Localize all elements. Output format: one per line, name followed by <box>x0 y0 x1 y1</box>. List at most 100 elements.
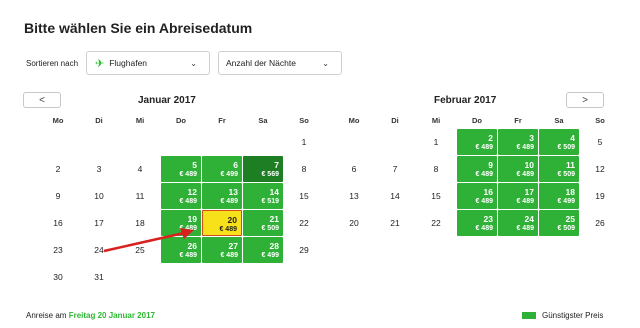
day-number: 27 <box>228 241 238 251</box>
calendar-day-available[interactable]: 27 € 489 <box>202 237 242 263</box>
day-price: € 489 <box>179 198 197 205</box>
day-price: € 489 <box>516 144 534 151</box>
calendar-day: 12 <box>595 164 605 174</box>
chevron-down-icon: ⌄ <box>322 58 329 68</box>
calendar-day-available[interactable]: 18 € 499 <box>539 183 579 209</box>
arrival-date: Freitag 20 Januar 2017 <box>68 311 155 320</box>
day-price: € 489 <box>516 225 534 232</box>
weekday-header: Do <box>176 116 186 125</box>
sort-label: Sortieren nach <box>26 59 79 68</box>
calendar-day-available[interactable]: 5 € 489 <box>161 156 201 182</box>
calendar-day-available[interactable]: 25 € 509 <box>539 210 579 236</box>
day-price: € 489 <box>475 171 493 178</box>
month-title-january: Januar 2017 <box>138 95 196 106</box>
day-price: € 489 <box>475 144 493 151</box>
calendar-day: 16 <box>53 218 63 228</box>
calendar-day-available[interactable]: 3 € 489 <box>498 129 538 155</box>
calendar-day: 1 <box>301 137 307 147</box>
day-number: 23 <box>483 214 493 224</box>
day-number: 17 <box>524 187 534 197</box>
day-price: € 489 <box>516 171 534 178</box>
calendar-day: 19 <box>595 191 605 201</box>
calendar-day: 22 <box>431 218 441 228</box>
day-number: 2 <box>488 133 493 143</box>
day-price: € 489 <box>220 252 238 259</box>
calendar-day-available[interactable]: 17 € 489 <box>498 183 538 209</box>
day-price: € 489 <box>475 198 493 205</box>
prev-month-button[interactable]: < <box>23 92 61 108</box>
day-number: 3 <box>529 133 534 143</box>
calendar-day: 31 <box>94 272 104 282</box>
calendar-day: 15 <box>299 191 309 201</box>
next-month-button[interactable]: > <box>566 92 604 108</box>
calendar-day: 22 <box>299 218 309 228</box>
day-number: 11 <box>566 160 575 170</box>
calendar-day: 8 <box>433 164 439 174</box>
weekday-header: Sa <box>554 116 564 125</box>
weekday-header: Fr <box>218 116 226 125</box>
calendar-day-available[interactable]: 11 € 509 <box>539 156 579 182</box>
calendar-day: 5 <box>597 137 603 147</box>
weekday-header: So <box>299 116 309 125</box>
weekday-header: Mo <box>52 116 64 125</box>
calendar-day-selected[interactable]: 20 € 489 <box>202 210 242 236</box>
day-price: € 489 <box>475 225 493 232</box>
weekday-header: Mi <box>135 116 145 125</box>
calendar-day: 21 <box>390 218 400 228</box>
calendar-day-available[interactable]: 2 € 489 <box>457 129 497 155</box>
calendar-day-available[interactable]: 6 € 499 <box>202 156 242 182</box>
calendar-day: 9 <box>55 191 61 201</box>
weekday-header: Di <box>95 116 103 125</box>
calendar-day: 2 <box>55 164 61 174</box>
day-number: 4 <box>570 133 575 143</box>
day-price: € 519 <box>261 198 279 205</box>
day-price: € 499 <box>557 198 575 205</box>
calendar-day: 26 <box>595 218 605 228</box>
calendar-day-available[interactable]: 10 € 489 <box>498 156 538 182</box>
nights-dropdown-label: Anzahl der Nächte <box>226 58 296 68</box>
calendar-day: 7 <box>392 164 398 174</box>
calendar-day-available[interactable]: 9 € 489 <box>457 156 497 182</box>
weekday-header: Mi <box>431 116 441 125</box>
calendar-day: 6 <box>351 164 357 174</box>
weekday-header: Di <box>391 116 399 125</box>
calendar-day: 10 <box>94 191 104 201</box>
calendar-day-available[interactable]: 4 € 509 <box>539 129 579 155</box>
calendar-day-available[interactable]: 23 € 489 <box>457 210 497 236</box>
airport-dropdown-label: Flughafen <box>109 58 148 68</box>
legend-label: Günstigster Preis <box>542 311 604 320</box>
calendar-day-available[interactable]: 14 € 519 <box>243 183 283 209</box>
calendar-day-available[interactable]: 12 € 489 <box>161 183 201 209</box>
calendar-day-available[interactable]: 7 € 569 <box>243 156 283 182</box>
weekday-header: Mo <box>348 116 360 125</box>
day-price: € 509 <box>557 225 575 232</box>
airport-dropdown[interactable]: ✈ Flughafen ⌄ <box>86 51 210 75</box>
calendar-day-available[interactable]: 24 € 489 <box>498 210 538 236</box>
calendar-day-available[interactable]: 28 € 499 <box>243 237 283 263</box>
calendar-day: 1 <box>433 137 439 147</box>
calendar-day: 23 <box>53 245 63 255</box>
day-number: 13 <box>228 187 238 197</box>
calendar-day: 14 <box>390 191 400 201</box>
day-price: € 499 <box>220 171 238 178</box>
calendar-day-available[interactable]: 16 € 489 <box>457 183 497 209</box>
day-number: 9 <box>488 160 493 170</box>
calendar-day: 13 <box>349 191 359 201</box>
day-number: 25 <box>565 214 575 224</box>
day-number: 21 <box>269 214 279 224</box>
calendar-day-available[interactable]: 13 € 489 <box>202 183 242 209</box>
day-number: 14 <box>269 187 279 197</box>
day-number: 16 <box>483 187 493 197</box>
day-price: € 509 <box>261 225 279 232</box>
nights-dropdown[interactable]: Anzahl der Nächte ⌄ <box>218 51 342 75</box>
calendar-day: 4 <box>137 164 143 174</box>
day-number: 10 <box>524 160 534 170</box>
airplane-icon: ✈ <box>95 57 105 70</box>
day-number: 7 <box>274 160 279 170</box>
month-title-february: Februar 2017 <box>434 95 497 106</box>
arrival-info: Anreise am Freitag 20 Januar 2017 <box>26 311 155 320</box>
day-price: € 489 <box>516 198 534 205</box>
calendar-day: 29 <box>299 245 309 255</box>
calendar-day-available[interactable]: 21 € 509 <box>243 210 283 236</box>
day-number: 6 <box>233 160 238 170</box>
